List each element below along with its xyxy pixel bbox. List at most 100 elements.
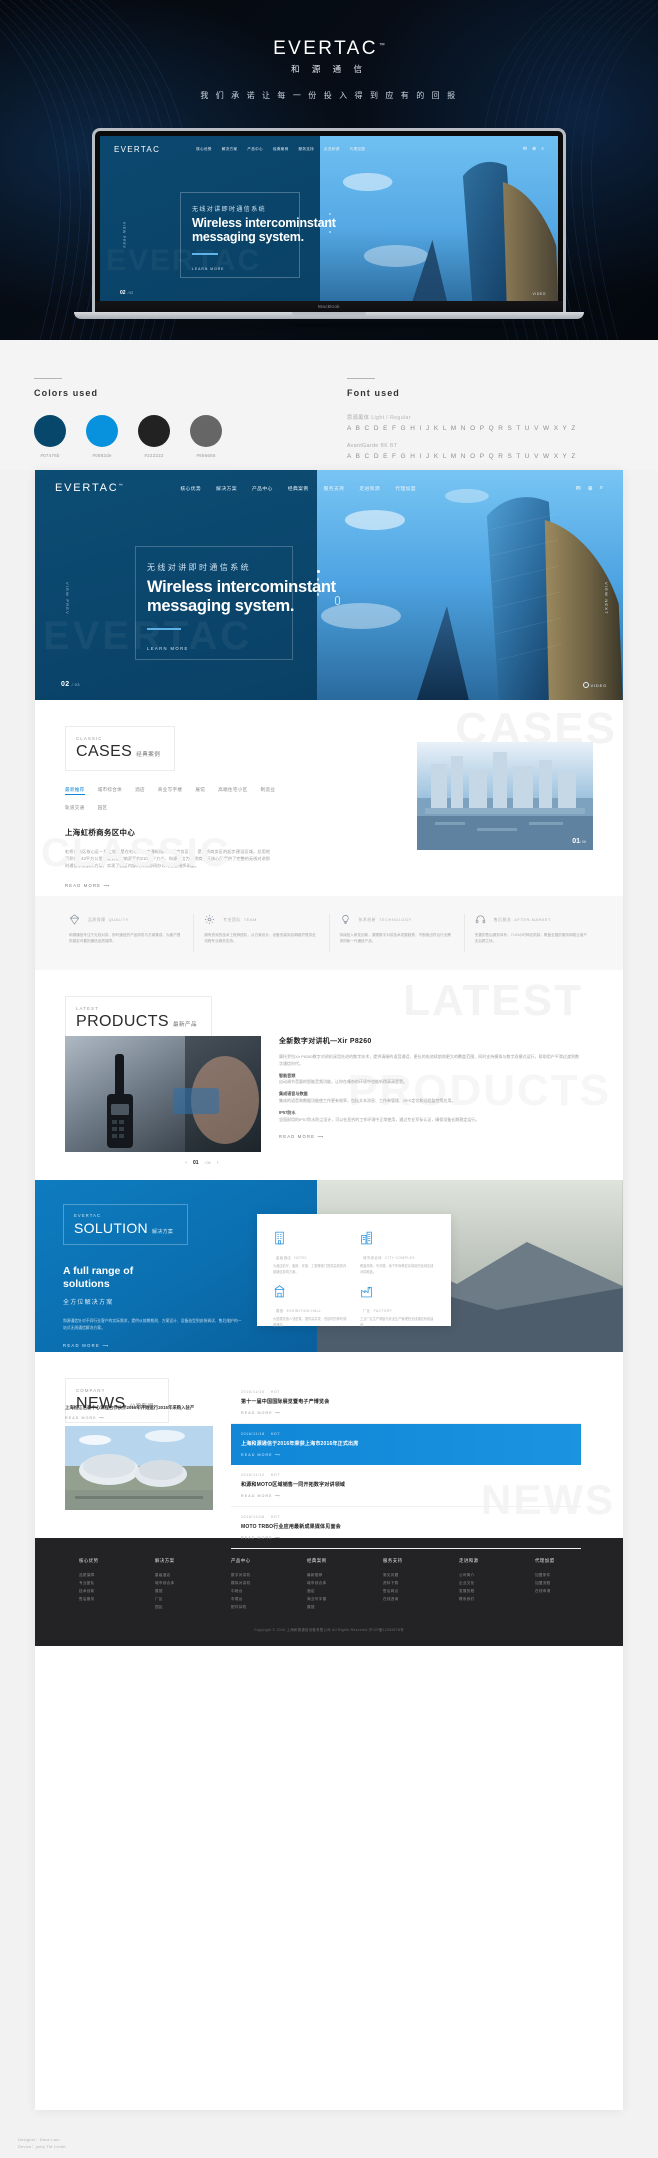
nav-item-about[interactable]: 走进和源 — [359, 485, 380, 492]
swatch-circle — [190, 415, 222, 447]
footer-link[interactable]: 配件耳机 — [231, 1603, 277, 1611]
hero-video-button[interactable]: VIDEO — [582, 682, 607, 688]
arrow-right-icon: ⟶ — [317, 1134, 325, 1140]
footer-link[interactable]: 发展历程 — [459, 1587, 505, 1595]
globe-icon[interactable]: ⊕ — [532, 146, 536, 152]
footer-link[interactable]: 中继台 — [231, 1587, 277, 1595]
mini-nav-item-3[interactable]: 经典案例 — [273, 147, 289, 152]
footer-link[interactable]: 售后网点 — [383, 1587, 429, 1595]
mini-nav-item-0[interactable]: 核心优势 — [196, 147, 212, 152]
footer-link[interactable]: 企业文化 — [459, 1579, 505, 1587]
cases-tab-2[interactable]: 酒店 — [135, 787, 145, 795]
products-heading: LATEST PRODUCTS 最新产品 — [65, 996, 212, 1041]
footer-column: 走进和源 公司简介 企业文化 发展历程 联系我们 — [459, 1558, 505, 1611]
footer-link[interactable]: 品质保障 — [79, 1571, 125, 1579]
cases-tab-3[interactable]: 商业写字楼 — [158, 787, 182, 795]
news-item-read-more[interactable]: READ MORE ⟶ — [241, 1494, 571, 1498]
footer-link[interactable]: 展馆 — [155, 1587, 201, 1595]
search-icon[interactable]: ⌕ — [541, 146, 544, 152]
footer-link[interactable]: 资料下载 — [383, 1579, 429, 1587]
footer-link[interactable]: 园区 — [155, 1603, 201, 1611]
cases-tab-4[interactable]: 展馆 — [195, 787, 205, 795]
footer-link[interactable]: 城市综合体 — [307, 1579, 353, 1587]
nav-item-agency[interactable]: 代理加盟 — [395, 485, 416, 492]
footer-column-head: 服务支持 — [383, 1558, 403, 1563]
footer-link[interactable]: 车载台 — [231, 1595, 277, 1603]
news-list-item[interactable]: 2016/11/12 HOT 和源和MOTO区域销售一同开拓数字对讲领域 READ… — [231, 1465, 581, 1507]
feature-title-en: TECHNOLOGY — [379, 917, 412, 922]
footer-link[interactable]: 加盟流程 — [535, 1579, 581, 1587]
solution-card-item[interactable]: 城市综合体 CITY COMPLEX 覆盖商场、写字楼、地下车库等复杂场景的全域无… — [354, 1226, 441, 1279]
cases-tab-0[interactable]: 最新推荐 — [65, 787, 85, 795]
mini-nav-item-6[interactable]: 代理加盟 — [350, 147, 366, 152]
footer-link[interactable]: 在线申请 — [535, 1587, 581, 1595]
solution-card-item[interactable]: 星级酒店 HOTEL 为酒店前厅、客房、安保、工程等部门提供高效的内部通信协同方案… — [267, 1226, 354, 1279]
footer-column: 经典案例 最新推荐 城市综合体 酒店 商业写字楼 展馆 — [307, 1558, 353, 1611]
products-spec-title-3: IP57防水 — [279, 1109, 296, 1115]
mini-logo[interactable]: EVERTAC — [114, 145, 160, 154]
mini-nav-item-5[interactable]: 走进和源 — [324, 147, 340, 152]
solution-card-title-en: HOTEL — [294, 1256, 308, 1260]
footer-link[interactable]: 模拟对讲机 — [231, 1579, 277, 1587]
footer-link[interactable]: 酒店 — [307, 1587, 353, 1595]
hero-slide-dots[interactable] — [316, 570, 320, 596]
footer-link[interactable]: 厂区 — [155, 1595, 201, 1603]
footer-link[interactable]: 加盟条件 — [535, 1571, 581, 1579]
news-item-read-more[interactable]: READ MORE ⟶ — [241, 1453, 571, 1457]
mini-learn-more-link[interactable]: LEARN MORE — [192, 267, 336, 271]
colors-used-title: Colors used — [34, 388, 99, 398]
solution-card-title: 展馆 EXHIBITION HALL — [273, 1308, 348, 1313]
nav-item-core-advantage[interactable]: 核心优势 — [180, 485, 201, 492]
news-list-item[interactable]: 2016/11/08 HOT MOTO TRBO行业应用最新成果媒体见面会 REA… — [231, 1507, 581, 1549]
nav-item-products[interactable]: 产品中心 — [252, 485, 273, 492]
footer-link[interactable]: 专业团队 — [79, 1579, 125, 1587]
news-item-read-more[interactable]: READ MORE ⟶ — [241, 1411, 571, 1415]
news-featured-read-more[interactable]: READ MORE ⟶ — [65, 1416, 217, 1420]
footer-link[interactable]: 最新推荐 — [307, 1571, 353, 1579]
cases-read-more-link[interactable]: READ MORE ⟶ — [65, 883, 593, 888]
footer-link[interactable]: 城市综合体 — [155, 1579, 201, 1587]
cases-tab-8[interactable]: 园区 — [98, 805, 108, 811]
footer-link[interactable]: 常见问题 — [383, 1571, 429, 1579]
solution-card-item[interactable]: 厂区 FACTORY 工业厂区生产调度与安全生产管理的无线通信系统建设。 — [354, 1279, 441, 1332]
mini-nav-item-1[interactable]: 解决方案 — [222, 147, 238, 152]
solution-card-title-en: EXHIBITION HALL — [286, 1309, 322, 1314]
chevron-right-icon[interactable]: › — [217, 1160, 219, 1166]
cases-tab-5[interactable]: 高端住宅小区 — [218, 787, 247, 795]
chat-icon[interactable]: ✉ — [576, 485, 581, 492]
solution-read-more-link[interactable]: READ MORE ⟶ — [63, 1343, 289, 1348]
footer-link[interactable]: 在线咨询 — [383, 1595, 429, 1603]
solution-card-item[interactable]: 展馆 EXHIBITION HALL 大型展览馆人流密集，提供高并发、低延时的即时… — [267, 1279, 354, 1332]
footer-link[interactable]: 技术创新 — [79, 1587, 125, 1595]
globe-icon[interactable]: ⊕ — [588, 485, 593, 492]
footer-link[interactable]: 公司简介 — [459, 1571, 505, 1579]
hero-view-prev[interactable]: VIEW PREV — [65, 582, 70, 615]
hero-learn-more-link[interactable]: LEARN MORE — [147, 646, 336, 651]
nav-item-solutions[interactable]: 解决方案 — [216, 485, 237, 492]
mini-nav-item-2[interactable]: 产品中心 — [247, 147, 263, 152]
chat-icon[interactable]: ✉ — [523, 146, 527, 152]
footer-link[interactable]: 星级酒店 — [155, 1571, 201, 1579]
footer-link[interactable]: 售后服务 — [79, 1595, 125, 1603]
news-list-item[interactable]: 2016/11/18 HOT 上海和源通信于2016年荣获上海市2016年正式出席… — [231, 1424, 581, 1465]
hero-view-next[interactable]: VIEW NEXT — [604, 582, 609, 615]
news-featured[interactable]: 上海松江名泰中心课程合作伙伴2016年开始运行2015年采购入驻产 READ M… — [65, 1404, 217, 1420]
news-list-item[interactable]: 2016/11/20 HOT 第十一届中国国际展览暨电子产博览会 READ MOR… — [231, 1382, 581, 1424]
mini-nav-item-4[interactable]: 服务支持 — [298, 147, 314, 152]
search-icon[interactable]: ⌕ — [600, 485, 603, 492]
footer-link[interactable]: 商业写字楼 — [307, 1595, 353, 1603]
footer-link[interactable]: 联系我们 — [459, 1595, 505, 1603]
cases-tab-6[interactable]: 制造业 — [261, 787, 276, 795]
products-read-more-link[interactable]: READ MORE ⟶ — [279, 1134, 579, 1139]
products-detail: 全新数字对讲机—Xir P8260 摩托罗拉Xir P8260数字对讲机采用先进… — [279, 1036, 579, 1139]
footer-link[interactable]: 展馆 — [307, 1603, 353, 1611]
news-item-read-more[interactable]: READ MORE ⟶ — [241, 1536, 571, 1540]
nav-item-cases[interactable]: 经典案例 — [288, 485, 309, 492]
footer-link[interactable]: 数字对讲机 — [231, 1571, 277, 1579]
cases-tab-7[interactable]: 轨道交通 — [65, 805, 85, 811]
nav-item-support[interactable]: 服务支持 — [324, 485, 345, 492]
site-logo[interactable]: EVERTAC™ — [55, 482, 124, 494]
cases-tab-1[interactable]: 城市综合体 — [98, 787, 122, 795]
mini-video-link[interactable]: VIDEO — [532, 292, 546, 296]
chevron-left-icon[interactable]: ‹ — [185, 1160, 187, 1166]
